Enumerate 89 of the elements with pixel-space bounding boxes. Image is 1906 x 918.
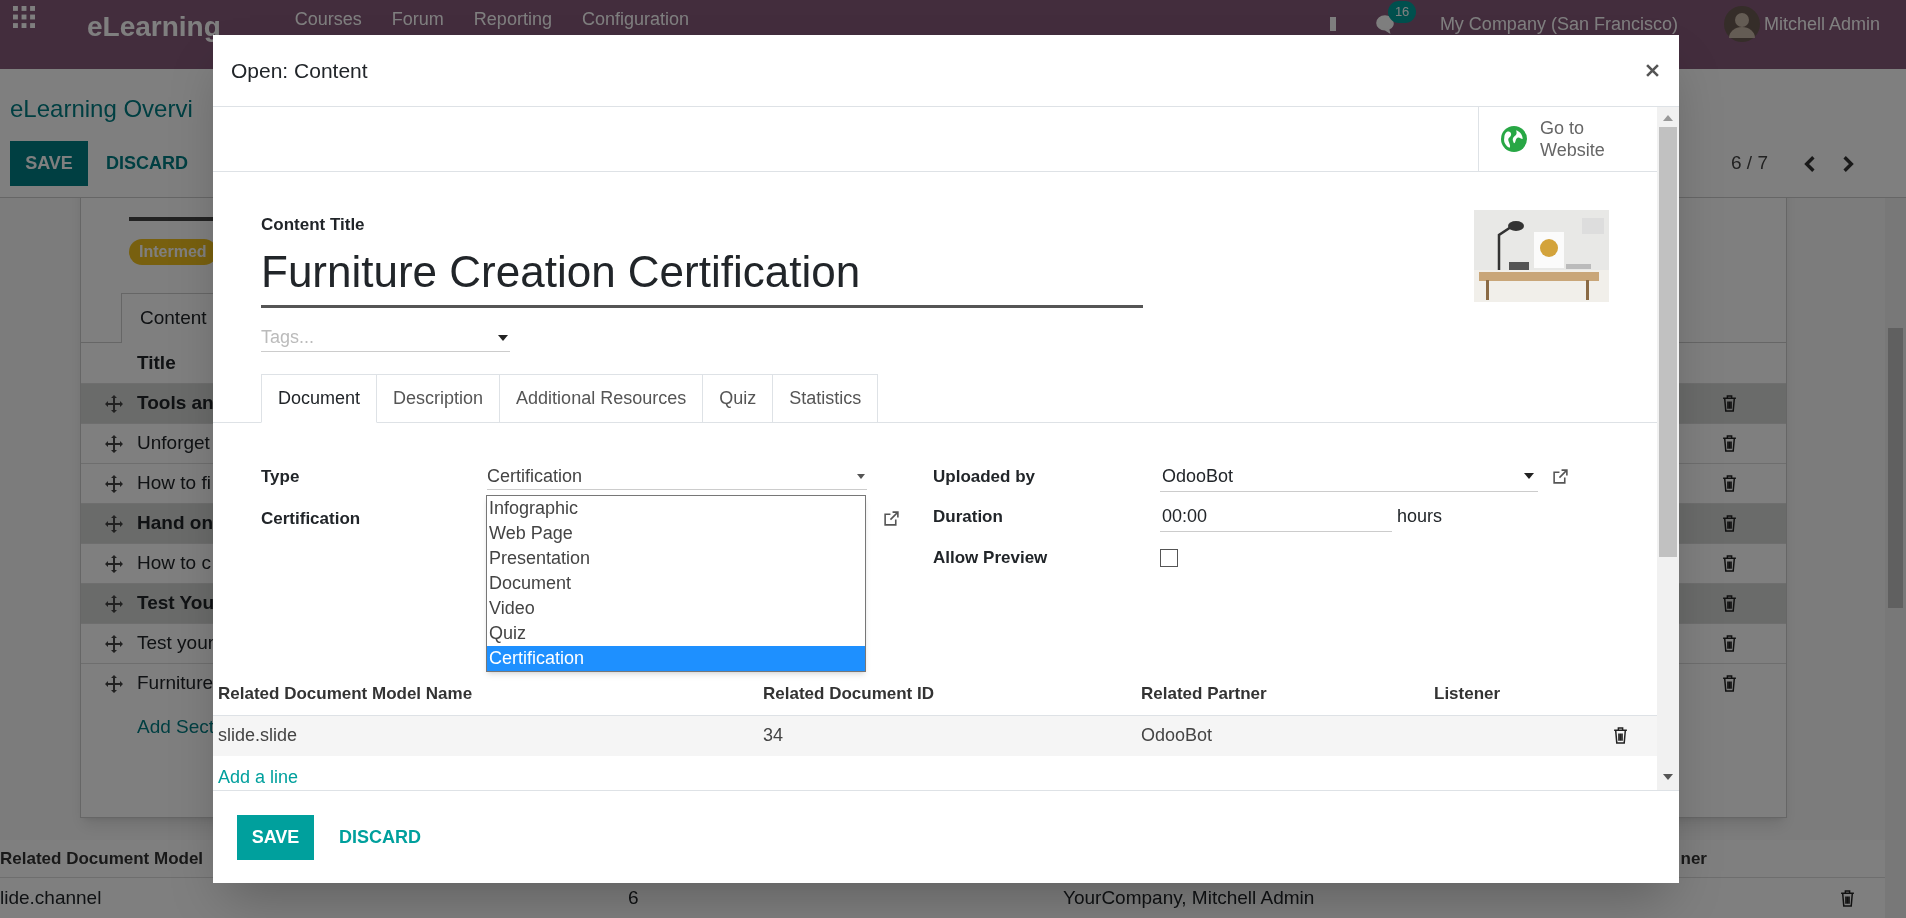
scrollbar[interactable] [1657,107,1679,790]
table-cell-text: OdooBot [1141,724,1214,747]
tab[interactable]: Additional Resources [500,373,704,423]
tab[interactable]: Document [261,373,378,423]
row-title: Hand on [137,511,213,536]
app-name[interactable]: eLearning [87,6,221,48]
scroll-up-icon[interactable] [1663,115,1673,121]
add-line-link[interactable]: Add a line [218,763,299,790]
previous-icon[interactable] [1804,154,1816,173]
row-title: Unforget [137,431,210,456]
column-header: Related Document Model Name [218,683,474,706]
drag-handle-icon[interactable] [104,633,124,654]
row-title: Tools an [137,391,214,416]
table-cell-text: 6 [628,885,640,910]
dropdown-option[interactable]: Infographic [487,496,865,521]
scrollbar-thumb[interactable] [1888,328,1903,608]
field-label: Certification [261,507,362,530]
checkbox[interactable] [1160,548,1178,567]
drag-handle-icon[interactable] [104,433,124,454]
field-label: Duration [933,505,1004,528]
field-label: Allow Preview [933,546,1049,569]
menu-item[interactable]: Configuration [581,6,689,33]
external-link-icon[interactable] [1552,468,1569,485]
caret-icon[interactable] [857,473,865,479]
discard-button[interactable]: DISCARD [339,814,421,860]
globe-icon [1501,126,1527,152]
row-title: Test your [137,631,215,656]
table-row[interactable]: slide.slide 34 OdooBot [213,715,1657,756]
table-cell-text: lide.channel [0,885,103,910]
tab[interactable]: Description [377,373,501,423]
row-title: Furniture [137,671,214,696]
drag-handle-icon[interactable] [104,593,124,614]
title-field[interactable]: Furniture Creation Certification [261,243,1143,308]
uploaded-by-select[interactable]: OdooBot [1160,461,1538,492]
go-to-website-button[interactable]: Go to Website [1478,107,1657,171]
field-label: Uploaded by [933,465,1036,488]
field-label: Content Title [261,214,366,236]
type-select[interactable]: Certification [487,463,867,490]
scroll-down-icon[interactable] [1663,774,1673,780]
pager-value: 6 / 7 [1731,151,1768,176]
menu-item[interactable]: Forum [391,6,444,33]
row-title: Test You [137,591,215,616]
drag-handle-icon[interactable] [104,473,124,494]
apps-menu-icon[interactable] [13,6,35,28]
scrollbar-thumb[interactable] [1659,127,1677,557]
dropdown-option[interactable]: Document [487,571,865,596]
column-header: Listener [1434,683,1502,706]
company-switcher[interactable]: My Company (San Francisco) [1439,10,1678,38]
caret-icon[interactable] [498,334,508,341]
chat-icon[interactable] [1373,13,1396,35]
caret-icon[interactable] [1524,473,1534,479]
next-icon[interactable] [1842,154,1854,173]
drag-handle-icon[interactable] [104,673,124,694]
drag-handle-icon[interactable] [104,553,124,574]
save-button[interactable]: SAVE [237,814,314,860]
dialog-title: Open: Content [231,57,368,84]
column-header: Title [136,350,177,375]
dropdown-option[interactable]: Presentation [487,546,865,571]
table-cell-text: YourCompany, Mitchell Admin [1063,885,1315,910]
tab[interactable]: Statistics [773,373,879,423]
unit-label: hours [1397,505,1443,528]
duration-field[interactable]: 00:00 [1160,501,1392,532]
phone-icon[interactable] [1327,16,1338,32]
drag-handle-icon[interactable] [104,393,124,414]
dropdown-option[interactable]: Video [487,596,865,621]
external-link-icon[interactable] [883,510,900,527]
column-header: Related Partner [1141,683,1268,706]
table-cell-text: 34 [763,724,785,747]
table-cell-text: slide.slide [218,724,299,747]
notification-count: 16 [1387,1,1417,23]
drag-handle-icon[interactable] [104,513,124,534]
delete-icon[interactable] [1613,727,1628,744]
user-menu[interactable]: Mitchell Admin [1763,10,1880,38]
dropdown-option[interactable]: Web Page [487,521,865,546]
close-icon[interactable] [1646,64,1659,77]
tags-field[interactable]: Tags... [261,323,510,352]
field-label: Type [261,465,301,488]
dropdown-option[interactable]: Quiz [487,621,865,646]
column-header: Related Document Model [0,847,204,870]
user-avatar[interactable] [1723,6,1760,42]
menu-item[interactable]: Courses [294,6,362,33]
column-header: Related Document ID [763,683,935,706]
dropdown-option[interactable]: Certification [487,646,865,671]
row-title: How to c [137,551,211,576]
menu-item[interactable]: Reporting [473,6,552,33]
row-title: How to fi [137,471,211,496]
scrollbar[interactable] [1885,198,1906,918]
tab[interactable]: Quiz [703,373,774,423]
column-header: ner [1680,847,1707,870]
